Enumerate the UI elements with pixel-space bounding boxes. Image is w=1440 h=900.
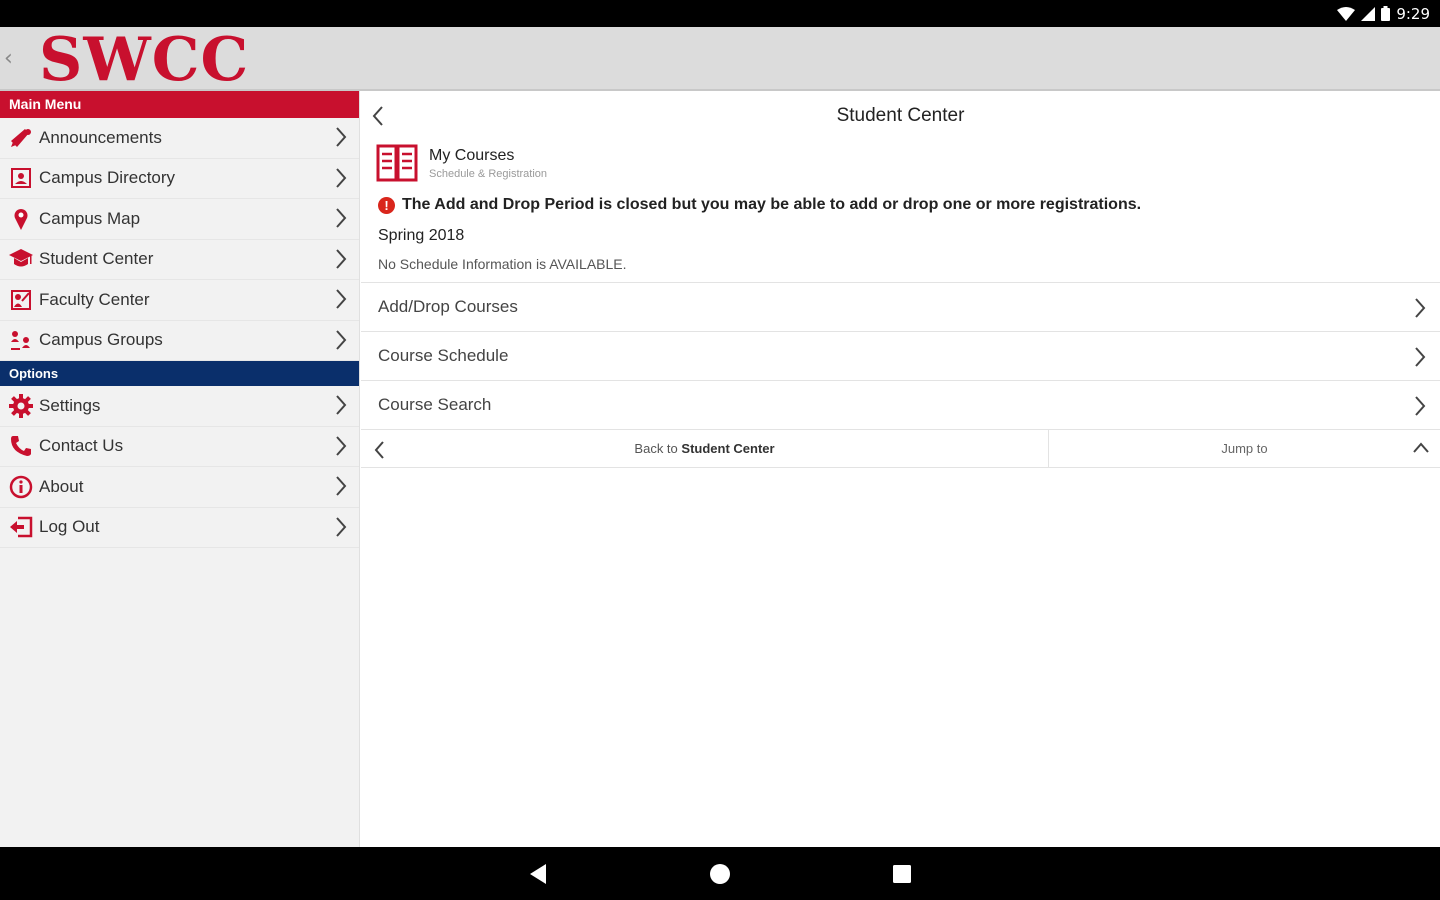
sidebar-item-label: About <box>39 476 84 496</box>
graduation-cap-icon <box>8 246 34 272</box>
add-drop-courses-row[interactable]: Add/Drop Courses <box>361 282 1440 331</box>
sidebar-item-label: Contact Us <box>39 436 124 456</box>
header-back-icon[interactable]: ‹ <box>4 45 18 73</box>
megaphone-icon <box>8 125 34 151</box>
chevron-left-icon <box>374 441 384 459</box>
sidebar-item-contact-us[interactable]: Contact Us <box>0 427 359 467</box>
chevron-right-icon <box>336 289 347 309</box>
jump-to-label: Jump to <box>1221 441 1268 456</box>
main-content: Student Center My Courses Schedule & Reg… <box>361 93 1440 847</box>
sidebar-item-campus-map[interactable]: Campus Map <box>0 199 359 240</box>
course-header: My Courses Schedule & Registration <box>361 139 1440 189</box>
chevron-right-icon <box>336 395 347 415</box>
bottom-nav: Back to Student Center Jump to <box>361 429 1440 468</box>
sidebar-item-label: Campus Directory <box>39 168 176 188</box>
term-label: Spring 2018 <box>378 227 465 244</box>
chevron-right-icon <box>336 127 347 147</box>
sidebar-item-announcements[interactable]: Announcements <box>0 118 359 159</box>
action-label: Add/Drop Courses <box>378 297 518 316</box>
sidebar-item-student-center[interactable]: Student Center <box>0 240 359 280</box>
jump-to-button[interactable]: Jump to <box>1049 430 1440 467</box>
chevron-up-icon <box>1413 442 1429 453</box>
status-icons: 9:29 <box>1337 4 1430 23</box>
android-nav-bar <box>0 847 1440 900</box>
sidebar-item-label: Student Center <box>39 249 154 269</box>
sidebar-item-campus-directory[interactable]: Campus Directory <box>0 159 359 199</box>
sidebar-item-about[interactable]: About <box>0 467 359 508</box>
back-prefix: Back to <box>634 441 678 456</box>
wifi-icon <box>1337 6 1356 21</box>
sidebar-item-label: Settings <box>39 395 101 415</box>
open-book-icon <box>376 144 418 182</box>
chevron-right-icon <box>336 167 347 188</box>
sidebar-item-label: Faculty Center <box>39 289 150 309</box>
back-target: Student Center <box>681 441 775 456</box>
cell-signal-icon <box>1361 6 1376 21</box>
chevron-right-icon <box>1415 298 1426 318</box>
gear-icon <box>8 393 34 419</box>
course-search-row[interactable]: Course Search <box>361 380 1440 429</box>
course-title: My Courses <box>429 147 515 164</box>
swcc-logo: SWCC <box>39 25 250 95</box>
warning-text: The Add and Drop Period is closed but yo… <box>402 196 1142 213</box>
options-header: Options <box>0 361 359 386</box>
sidebar-item-label: Campus Map <box>39 208 141 228</box>
faculty-icon <box>8 287 34 313</box>
app-header: ‹ SWCC <box>0 27 1440 91</box>
no-schedule-message: No Schedule Information is AVAILABLE. <box>378 256 627 272</box>
sidebar-item-label: Announcements <box>39 127 162 147</box>
page-title: Student Center <box>836 105 965 126</box>
add-drop-warning: ! The Add and Drop Period is closed but … <box>361 189 1440 221</box>
groups-icon <box>8 327 34 353</box>
action-label: Course Schedule <box>378 346 509 365</box>
chevron-right-icon <box>336 435 347 456</box>
logout-icon <box>8 514 34 540</box>
sidebar-item-settings[interactable]: Settings <box>0 386 359 427</box>
sidebar-item-log-out[interactable]: Log Out <box>0 508 359 548</box>
chevron-right-icon <box>1415 347 1426 367</box>
nav-back-icon[interactable] <box>526 861 552 887</box>
course-schedule-row[interactable]: Course Schedule <box>361 331 1440 380</box>
phone-icon <box>8 433 34 459</box>
back-to-student-center-button[interactable]: Back to Student Center <box>361 430 1049 467</box>
sidebar: Main Menu Announcements Campus Directory… <box>0 91 360 847</box>
sidebar-item-faculty-center[interactable]: Faculty Center <box>0 280 359 321</box>
action-label: Course Search <box>378 395 492 414</box>
chevron-right-icon <box>336 516 347 537</box>
main-menu-header: Main Menu <box>0 91 359 118</box>
sidebar-item-label: Log Out <box>39 517 100 537</box>
map-pin-icon <box>8 206 34 232</box>
back-to-label: Back to Student Center <box>634 441 774 456</box>
main-title-bar: Student Center <box>361 93 1440 139</box>
chevron-right-icon <box>336 248 347 269</box>
chevron-right-icon <box>336 208 347 228</box>
sidebar-item-label: Campus Groups <box>39 330 163 350</box>
battery-icon <box>1381 6 1391 21</box>
contact-card-icon <box>8 165 34 191</box>
chevron-right-icon <box>1415 396 1426 416</box>
nav-home-icon[interactable] <box>707 861 733 887</box>
status-bar: 9:29 <box>0 0 1440 27</box>
chevron-right-icon <box>336 329 347 350</box>
sidebar-item-campus-groups[interactable]: Campus Groups <box>0 321 359 361</box>
alert-icon: ! <box>378 196 395 214</box>
nav-recents-icon[interactable] <box>889 861 915 887</box>
status-time: 9:29 <box>1396 4 1430 23</box>
course-subtitle: Schedule & Registration <box>429 168 548 180</box>
chevron-right-icon <box>336 476 347 496</box>
info-icon <box>8 474 34 500</box>
